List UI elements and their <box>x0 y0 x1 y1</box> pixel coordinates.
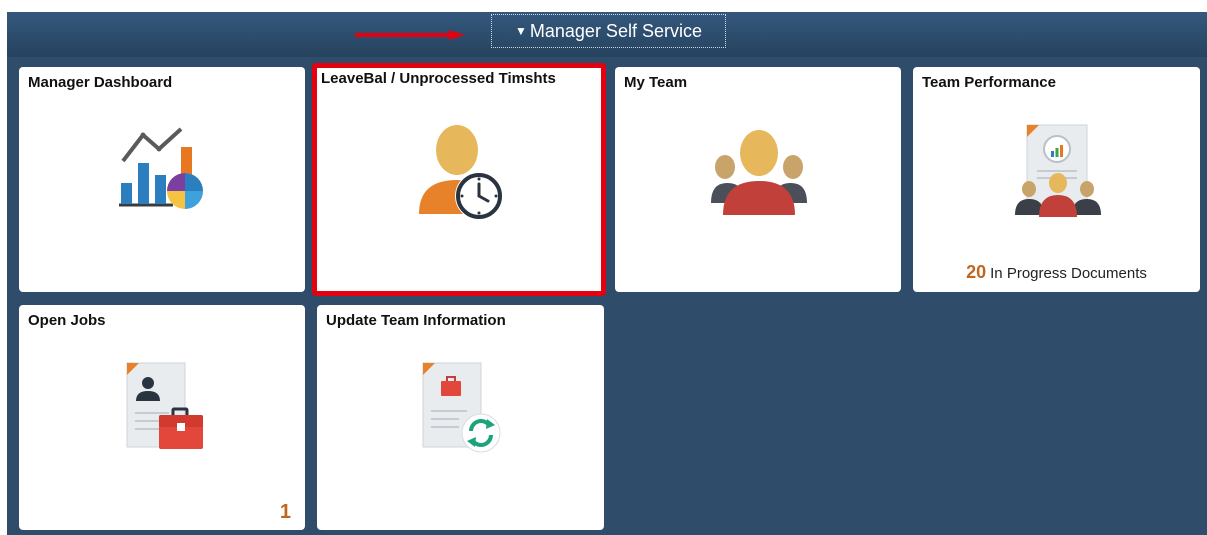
in-progress-count: 20 In Progress Documents <box>913 262 1200 283</box>
collection-header: ▼ Manager Self Service <box>7 12 1207 57</box>
performance-document-icon <box>1015 124 1101 217</box>
job-document-briefcase-icon <box>126 362 203 449</box>
update-document-refresh-icon <box>422 362 501 453</box>
tile-open-jobs[interactable]: Open Jobs 1 <box>19 305 305 530</box>
tile-title: LeaveBal / Unprocessed Timshts <box>321 70 556 87</box>
in-progress-count-number: 20 <box>966 262 987 282</box>
open-jobs-count-badge: 1 <box>279 501 291 523</box>
red-arrow-icon <box>355 30 465 40</box>
tile-my-team[interactable]: My Team <box>615 67 901 292</box>
in-progress-count-label: In Progress Documents <box>990 265 1147 282</box>
tile-title: Update Team Information <box>326 312 506 329</box>
person-clock-icon <box>419 125 503 220</box>
collection-title-label: Manager Self Service <box>529 21 702 41</box>
tile-title: My Team <box>624 74 688 91</box>
tile-title: Open Jobs <box>28 312 106 329</box>
dashboard-chart-icon <box>119 127 203 209</box>
caret-down-icon: ▼ <box>515 24 527 38</box>
collection-title-dropdown[interactable]: ▼ Manager Self Service <box>491 14 726 48</box>
tile-title: Team Performance <box>922 74 1056 91</box>
tile-manager-dashboard[interactable]: Manager Dashboard <box>19 67 305 292</box>
tile-team-performance[interactable]: Team Performance 20 In Progress Documents <box>913 67 1200 292</box>
homepage-frame: ▼ Manager Self Service Manager Dashboard … <box>7 12 1207 535</box>
tile-update-team-information[interactable]: Update Team Information <box>317 305 604 530</box>
tile-leavebal-unprocessed-timshts[interactable]: LeaveBal / Unprocessed Timshts <box>312 63 606 296</box>
tile-title: Manager Dashboard <box>28 74 173 91</box>
team-people-icon <box>711 130 807 215</box>
